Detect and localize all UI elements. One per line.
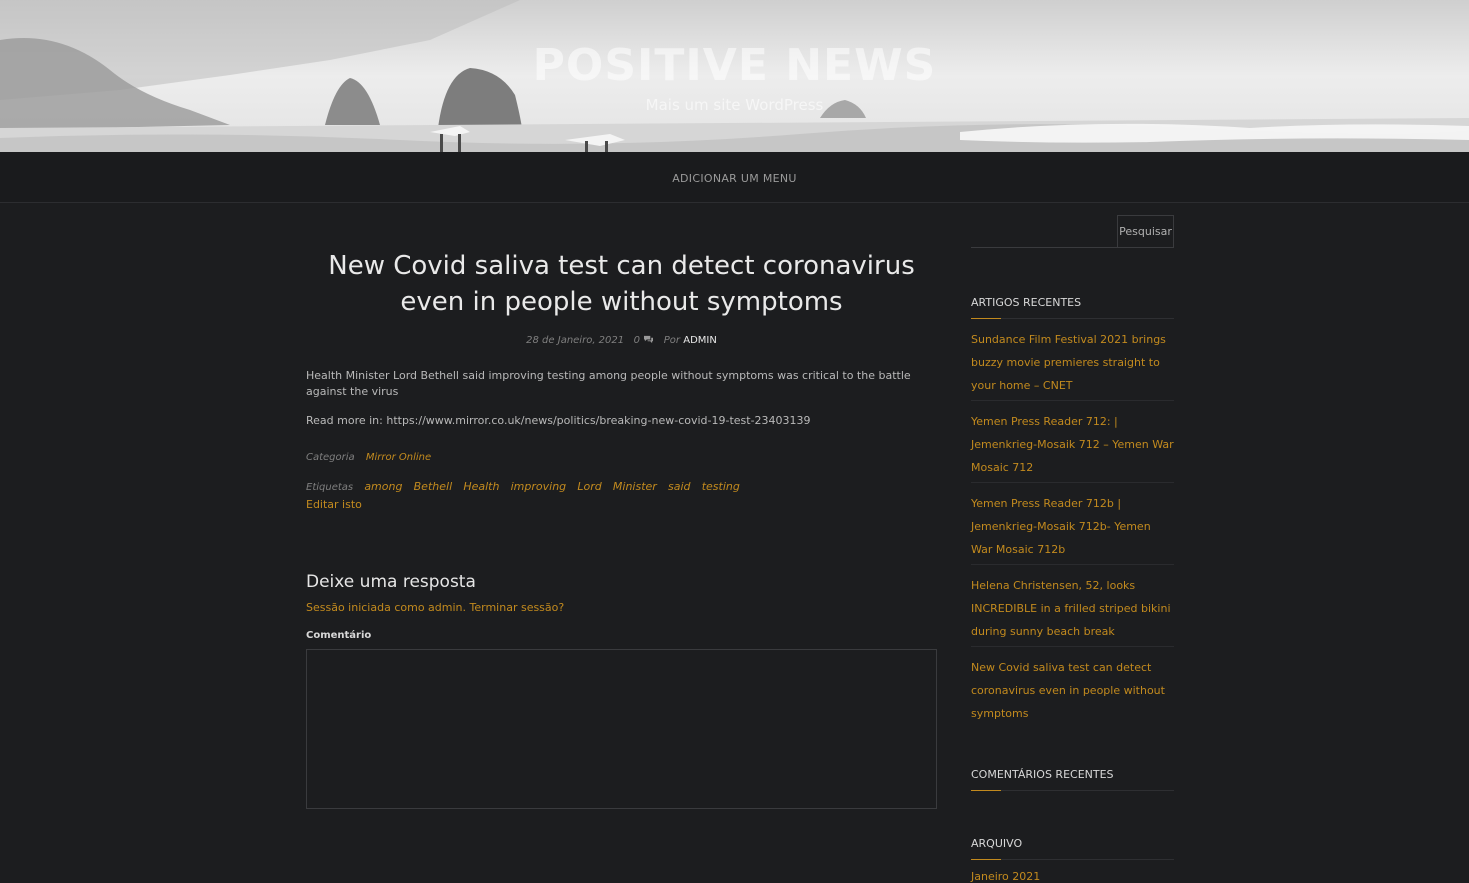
category-link[interactable]: Mirror Online (366, 452, 431, 463)
logged-in-notice[interactable]: Sessão iniciada como admin. Terminar ses… (306, 601, 937, 615)
sidebar: Pesquisar ARTIGOS RECENTES Sundance Film… (971, 215, 1174, 883)
header-banner: POSITIVE NEWS Mais um site WordPress (0, 0, 1469, 152)
recent-comments-title: COMENTÁRIOS RECENTES (971, 768, 1174, 791)
post-author[interactable]: ADMIN (683, 335, 717, 346)
archive-title: ARQUIVO (971, 837, 1174, 860)
tag-link[interactable]: Bethell (414, 480, 452, 493)
recent-post-link[interactable]: Helena Christensen, 52, looks INCREDIBLE… (971, 579, 1171, 638)
comment-field-label: Comentário (306, 630, 372, 641)
tags-label: Etiquetas (306, 482, 354, 493)
archive-widget: ARQUIVO Janeiro 2021 (971, 837, 1174, 883)
tag-link[interactable]: Minister (613, 480, 657, 493)
tag-link[interactable]: said (668, 480, 691, 493)
comment-count[interactable]: 0 (634, 335, 640, 346)
reply-title: Deixe uma resposta (306, 572, 476, 592)
recent-posts-title: ARTIGOS RECENTES (971, 296, 1174, 319)
list-item: Sundance Film Festival 2021 brings buzzy… (971, 319, 1174, 401)
list-item: Yemen Press Reader 712: | Jemenkrieg-Mos… (971, 401, 1174, 483)
list-item: Helena Christensen, 52, looks INCREDIBLE… (971, 565, 1174, 647)
post-date[interactable]: 28 de Janeiro, 2021 (526, 335, 624, 346)
search-form: Pesquisar (971, 215, 1174, 248)
tag-link[interactable]: Health (463, 480, 499, 493)
search-input[interactable] (971, 215, 1117, 247)
category-label: Categoria (306, 452, 355, 463)
post-tags: Etiquetas among Bethell Health improving… (306, 480, 937, 495)
post-meta: 28 de Janeiro, 2021 0 Por ADMIN (306, 334, 937, 348)
tag-link[interactable]: among (364, 480, 402, 493)
post-paragraph-source: Read more in: https://www.mirror.co.uk/n… (306, 414, 811, 427)
recent-post-link[interactable]: Yemen Press Reader 712: | Jemenkrieg-Mos… (971, 415, 1174, 474)
recent-comments-widget: COMENTÁRIOS RECENTES (971, 768, 1174, 791)
search-button[interactable]: Pesquisar (1117, 215, 1174, 248)
post-categories: Categoria Mirror Online (306, 451, 937, 465)
recent-post-link[interactable]: New Covid saliva test can detect coronav… (971, 661, 1165, 720)
tag-link[interactable]: improving (511, 480, 567, 493)
tag-link[interactable]: testing (702, 480, 740, 493)
recent-posts-list: Sundance Film Festival 2021 brings buzzy… (971, 319, 1174, 728)
list-item: Yemen Press Reader 712b | Jemenkrieg-Mos… (971, 483, 1174, 565)
add-menu-link[interactable]: ADICIONAR UM MENU (672, 172, 797, 185)
recent-post-link[interactable]: Yemen Press Reader 712b | Jemenkrieg-Mos… (971, 497, 1151, 556)
site-description: Mais um site WordPress (645, 96, 824, 114)
site-title[interactable]: POSITIVE NEWS (0, 40, 1469, 91)
recent-posts-widget: ARTIGOS RECENTES Sundance Film Festival … (971, 296, 1174, 728)
tag-link[interactable]: Lord (577, 480, 601, 493)
recent-post-link[interactable]: Sundance Film Festival 2021 brings buzzy… (971, 333, 1166, 392)
archive-link[interactable]: Janeiro 2021 (971, 870, 1174, 883)
comment-textarea[interactable] (306, 649, 937, 809)
list-item: New Covid saliva test can detect coronav… (971, 647, 1174, 728)
post-paragraph: Health Minister Lord Bethell said improv… (306, 369, 911, 398)
post-article: New Covid saliva test can detect coronav… (306, 248, 937, 809)
main-menu: ADICIONAR UM MENU (0, 152, 1469, 203)
by-label: Por (663, 335, 681, 346)
post-title: New Covid saliva test can detect coronav… (328, 251, 915, 317)
edit-post-link[interactable]: Editar isto (306, 498, 937, 511)
comments-icon[interactable] (643, 335, 654, 344)
